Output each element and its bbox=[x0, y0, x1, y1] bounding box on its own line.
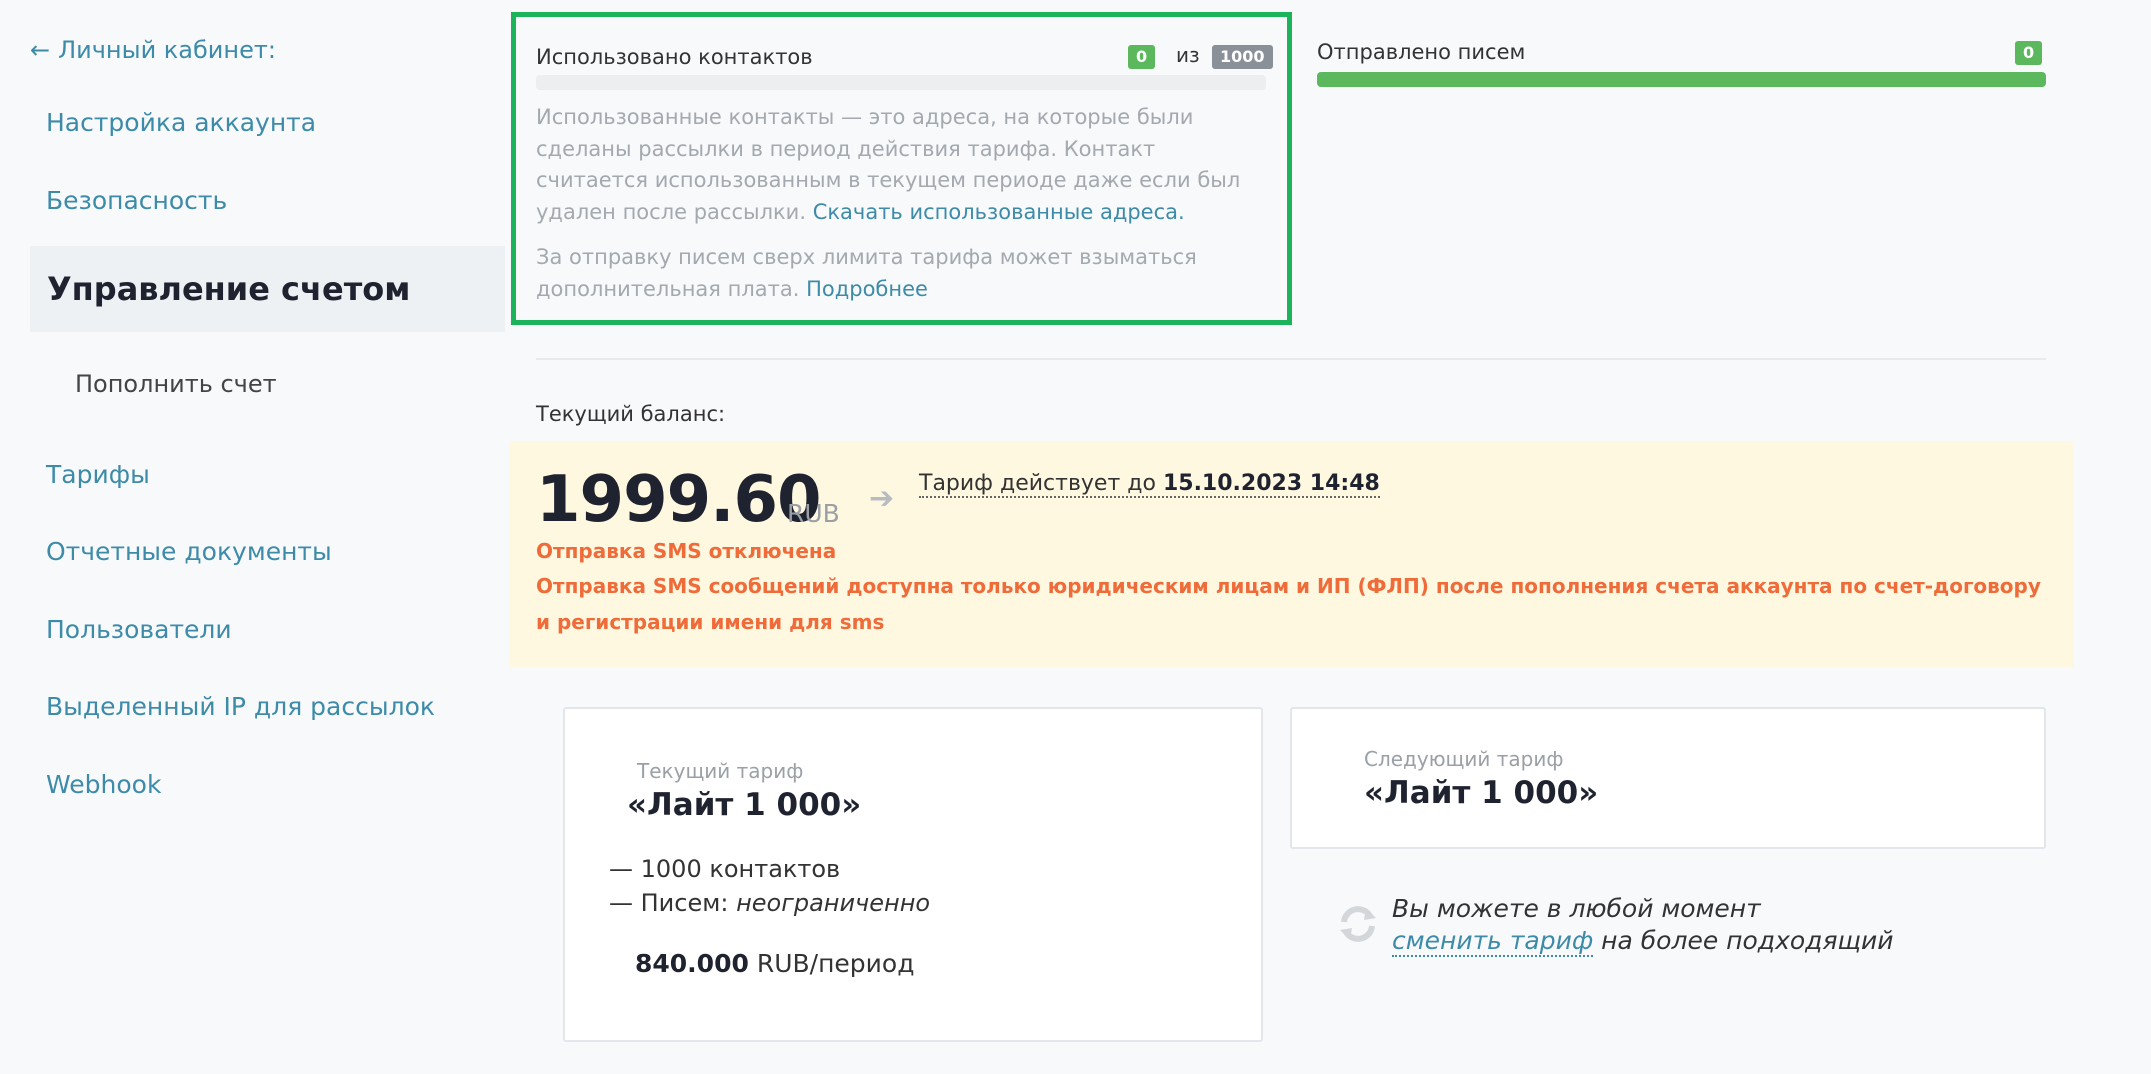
emails-sent-badge: 0 bbox=[2015, 41, 2043, 65]
current-tariff-name: «Лайт 1 000» bbox=[627, 787, 862, 823]
sidebar-item-label: Управление счетом bbox=[47, 270, 411, 308]
emails-sent-title: Отправлено писем bbox=[1317, 40, 1526, 64]
change-note-line2: на более подходящий bbox=[1601, 926, 1894, 955]
sidebar-subitem-top-up[interactable]: Пополнить счет bbox=[75, 370, 277, 398]
emails-progress-fill bbox=[1317, 72, 2046, 87]
contacts-used-title: Использовано контактов bbox=[536, 45, 813, 69]
change-note-line1: Вы можете в любой момент bbox=[1392, 894, 1761, 923]
arrow-left-icon: ← bbox=[30, 36, 51, 64]
more-info-link[interactable]: Подробнее bbox=[806, 277, 928, 301]
sidebar-item-webhook[interactable]: Webhook bbox=[46, 770, 161, 799]
tariff-valid-until[interactable]: Тариф действует до 15.10.2023 14:48 bbox=[919, 471, 1380, 498]
next-tariff-name: «Лайт 1 000» bbox=[1364, 775, 1599, 811]
contacts-progress-bar bbox=[536, 75, 1266, 90]
back-link-label: Личный кабинет: bbox=[58, 36, 276, 64]
divider bbox=[536, 358, 2046, 360]
back-link[interactable]: ← Личный кабинет: bbox=[30, 36, 276, 64]
balance-currency: RUB bbox=[787, 499, 840, 528]
sidebar-item-documents[interactable]: Отчетные документы bbox=[46, 537, 332, 566]
contacts-used-badge: 0 bbox=[1128, 45, 1156, 69]
of-label: из bbox=[1176, 43, 1200, 67]
emails-progress-bar bbox=[1317, 72, 2046, 87]
price-value: 840.000 bbox=[635, 949, 749, 978]
sidebar-item-billing-active[interactable]: Управление счетом bbox=[30, 246, 505, 332]
tariff-valid-date: 15.10.2023 14:48 bbox=[1162, 471, 1380, 496]
balance-panel: 1999.60 RUB ➔ Тариф действует до 15.10.2… bbox=[509, 441, 2074, 667]
change-tariff-link[interactable]: сменить тариф bbox=[1392, 926, 1594, 957]
refresh-icon bbox=[1340, 906, 1376, 942]
balance-amount: 1999.60 bbox=[536, 463, 821, 537]
sidebar-item-tariffs[interactable]: Тарифы bbox=[46, 460, 150, 489]
contacts-limit-badge: 1000 bbox=[1212, 45, 1273, 69]
current-tariff-card: Текущий тариф «Лайт 1 000» — 1000 контак… bbox=[563, 707, 1263, 1042]
current-tariff-contacts: — 1000 контактов bbox=[609, 855, 841, 883]
current-tariff-label: Текущий тариф bbox=[637, 759, 804, 783]
sidebar: ← Личный кабинет: Настройка аккаунта Без… bbox=[0, 0, 505, 1074]
sidebar-item-dedicated-ip[interactable]: Выделенный IP для рассылок bbox=[46, 692, 435, 721]
sidebar-item-security[interactable]: Безопасность bbox=[46, 186, 227, 215]
next-tariff-card: Следующий тариф «Лайт 1 000» bbox=[1290, 707, 2046, 849]
contacts-help-text: Использованные контакты — это адреса, на… bbox=[536, 102, 1271, 228]
sidebar-item-account-settings[interactable]: Настройка аккаунта bbox=[46, 108, 316, 137]
arrow-right-icon: ➔ bbox=[869, 481, 895, 516]
change-tariff-note: Вы можете в любой момент сменить тариф н… bbox=[1392, 893, 1894, 957]
current-tariff-price: 840.000 RUB/период bbox=[635, 949, 915, 978]
sms-disabled-text: Отправка SMS отключена bbox=[536, 539, 837, 563]
contacts-usage-panel: Использовано контактов 0 из 1000 Использ… bbox=[511, 12, 1292, 325]
overlimit-help-text: За отправку писем сверх лимита тарифа мо… bbox=[536, 242, 1271, 305]
letters-prefix: — Писем: bbox=[609, 889, 729, 917]
next-tariff-label: Следующий тариф bbox=[1364, 747, 1564, 771]
download-used-addresses-link[interactable]: Скачать использованные адреса. bbox=[813, 200, 1185, 224]
current-tariff-letters: — Писем: неограниченно bbox=[609, 889, 930, 917]
sms-info-text: Отправка SMS сообщений доступна только ю… bbox=[536, 574, 2041, 634]
letters-value: неограниченно bbox=[736, 889, 931, 917]
tariff-valid-prefix: Тариф действует до bbox=[919, 471, 1156, 496]
sidebar-item-users[interactable]: Пользователи bbox=[46, 615, 232, 644]
balance-label: Текущий баланс: bbox=[536, 402, 726, 426]
price-unit: RUB/период bbox=[756, 949, 915, 978]
